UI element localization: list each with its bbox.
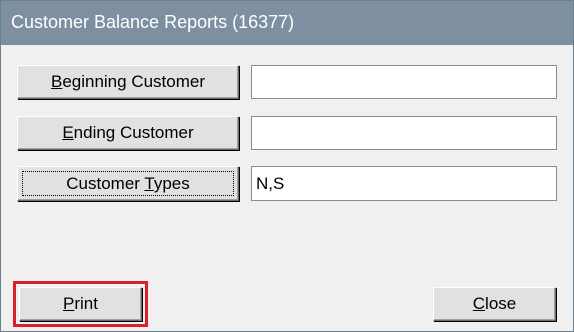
beginning-customer-field[interactable]	[251, 65, 557, 99]
title-bar[interactable]: Customer Balance Reports (16377)	[1, 1, 573, 45]
beginning-customer-button[interactable]: Beginning Customer	[17, 65, 239, 99]
print-button[interactable]: Print	[19, 287, 142, 321]
ending-customer-label: Ending Customer	[62, 123, 194, 142]
customer-types-field[interactable]	[251, 166, 557, 201]
beginning-customer-label: Beginning Customer	[50, 72, 206, 91]
ending-customer-button[interactable]: Ending Customer	[17, 116, 239, 150]
print-label: Print	[63, 294, 98, 313]
customer-balance-reports-dialog: Customer Balance Reports (16377) Beginni…	[0, 0, 574, 332]
customer-types-label: Customer Types	[66, 173, 190, 193]
dialog-body: Beginning Customer Ending Customer Custo…	[1, 45, 573, 331]
close-label: Close	[472, 294, 517, 313]
ending-customer-field[interactable]	[251, 116, 557, 150]
close-button[interactable]: Close	[433, 287, 556, 321]
window-title: Customer Balance Reports (16377)	[11, 12, 295, 32]
customer-types-button[interactable]: Customer Types	[17, 166, 239, 201]
